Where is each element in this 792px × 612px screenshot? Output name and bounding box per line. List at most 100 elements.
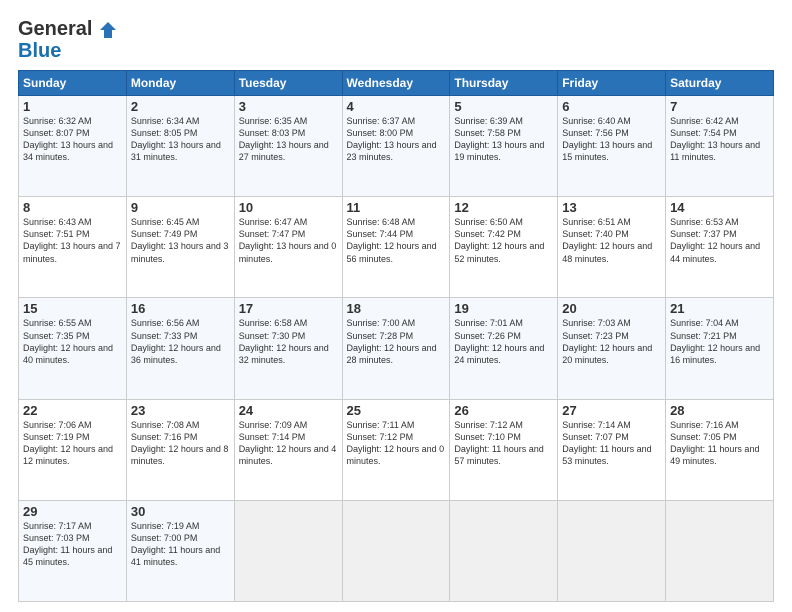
calendar-cell: 12 Sunrise: 6:50 AMSunset: 7:42 PMDayligh… <box>450 197 558 298</box>
day-info: Sunrise: 6:39 AMSunset: 7:58 PMDaylight:… <box>454 116 544 162</box>
day-info: Sunrise: 7:09 AMSunset: 7:14 PMDaylight:… <box>239 420 337 466</box>
day-info: Sunrise: 6:37 AMSunset: 8:00 PMDaylight:… <box>347 116 437 162</box>
logo: General Blue <box>18 18 117 62</box>
day-number: 2 <box>131 99 230 114</box>
day-number: 1 <box>23 99 122 114</box>
calendar-cell <box>342 500 450 601</box>
calendar-cell: 3 Sunrise: 6:35 AMSunset: 8:03 PMDaylight… <box>234 96 342 197</box>
calendar-cell: 23 Sunrise: 7:08 AMSunset: 7:16 PMDayligh… <box>126 399 234 500</box>
day-info: Sunrise: 6:35 AMSunset: 8:03 PMDaylight:… <box>239 116 329 162</box>
day-number: 20 <box>562 301 661 316</box>
col-header-friday: Friday <box>558 71 666 96</box>
day-number: 7 <box>670 99 769 114</box>
calendar-cell: 9 Sunrise: 6:45 AMSunset: 7:49 PMDaylight… <box>126 197 234 298</box>
day-number: 5 <box>454 99 553 114</box>
calendar-cell <box>558 500 666 601</box>
day-number: 12 <box>454 200 553 215</box>
logo-icon <box>99 21 117 39</box>
day-info: Sunrise: 6:45 AMSunset: 7:49 PMDaylight:… <box>131 217 229 263</box>
calendar-header-row: SundayMondayTuesdayWednesdayThursdayFrid… <box>19 71 774 96</box>
day-number: 9 <box>131 200 230 215</box>
day-info: Sunrise: 7:19 AMSunset: 7:00 PMDaylight:… <box>131 521 220 567</box>
calendar-cell: 22 Sunrise: 7:06 AMSunset: 7:19 PMDayligh… <box>19 399 127 500</box>
day-info: Sunrise: 6:47 AMSunset: 7:47 PMDaylight:… <box>239 217 337 263</box>
calendar-week-2: 8Sunrise: 6:43 AMSunset: 7:51 PMDaylight… <box>19 197 774 298</box>
day-number: 4 <box>347 99 446 114</box>
day-info: Sunrise: 6:55 AMSunset: 7:35 PMDaylight:… <box>23 318 113 364</box>
day-number: 16 <box>131 301 230 316</box>
calendar-cell <box>666 500 774 601</box>
day-number: 6 <box>562 99 661 114</box>
day-info: Sunrise: 7:08 AMSunset: 7:16 PMDaylight:… <box>131 420 229 466</box>
calendar-cell: 5 Sunrise: 6:39 AMSunset: 7:58 PMDaylight… <box>450 96 558 197</box>
day-number: 19 <box>454 301 553 316</box>
calendar-week-1: 1 Sunrise: 6:32 AMSunset: 8:07 PMDaylight… <box>19 96 774 197</box>
calendar-cell: 10 Sunrise: 6:47 AMSunset: 7:47 PMDayligh… <box>234 197 342 298</box>
day-number: 21 <box>670 301 769 316</box>
col-header-tuesday: Tuesday <box>234 71 342 96</box>
logo-general: General <box>18 18 117 40</box>
day-number: 23 <box>131 403 230 418</box>
day-info: Sunrise: 6:32 AMSunset: 8:07 PMDaylight:… <box>23 116 113 162</box>
calendar-cell: 27 Sunrise: 7:14 AMSunset: 7:07 PMDayligh… <box>558 399 666 500</box>
calendar-cell: 26Sunrise: 7:12 AMSunset: 7:10 PMDayligh… <box>450 399 558 500</box>
calendar-cell: 11 Sunrise: 6:48 AMSunset: 7:44 PMDayligh… <box>342 197 450 298</box>
day-info: Sunrise: 6:50 AMSunset: 7:42 PMDaylight:… <box>454 217 544 263</box>
calendar-cell: 20Sunrise: 7:03 AMSunset: 7:23 PMDayligh… <box>558 298 666 399</box>
calendar-cell: 16 Sunrise: 6:56 AMSunset: 7:33 PMDayligh… <box>126 298 234 399</box>
day-info: Sunrise: 6:48 AMSunset: 7:44 PMDaylight:… <box>347 217 437 263</box>
calendar-week-3: 15 Sunrise: 6:55 AMSunset: 7:35 PMDayligh… <box>19 298 774 399</box>
day-number: 22 <box>23 403 122 418</box>
day-number: 30 <box>131 504 230 519</box>
calendar-cell: 18Sunrise: 7:00 AMSunset: 7:28 PMDayligh… <box>342 298 450 399</box>
calendar-week-5: 29Sunrise: 7:17 AMSunset: 7:03 PMDayligh… <box>19 500 774 601</box>
calendar-cell: 15 Sunrise: 6:55 AMSunset: 7:35 PMDayligh… <box>19 298 127 399</box>
day-info: Sunrise: 7:16 AMSunset: 7:05 PMDaylight:… <box>670 420 759 466</box>
day-info: Sunrise: 7:12 AMSunset: 7:10 PMDaylight:… <box>454 420 543 466</box>
day-info: Sunrise: 7:06 AMSunset: 7:19 PMDaylight:… <box>23 420 113 466</box>
day-info: Sunrise: 7:11 AMSunset: 7:12 PMDaylight:… <box>347 420 445 466</box>
day-info: Sunrise: 7:14 AMSunset: 7:07 PMDaylight:… <box>562 420 651 466</box>
col-header-sunday: Sunday <box>19 71 127 96</box>
calendar-cell: 14 Sunrise: 6:53 AMSunset: 7:37 PMDayligh… <box>666 197 774 298</box>
day-number: 14 <box>670 200 769 215</box>
day-info: Sunrise: 6:56 AMSunset: 7:33 PMDaylight:… <box>131 318 221 364</box>
day-number: 13 <box>562 200 661 215</box>
day-info: Sunrise: 6:51 AMSunset: 7:40 PMDaylight:… <box>562 217 652 263</box>
day-info: Sunrise: 7:00 AMSunset: 7:28 PMDaylight:… <box>347 318 437 364</box>
calendar-cell: 21 Sunrise: 7:04 AMSunset: 7:21 PMDayligh… <box>666 298 774 399</box>
calendar-cell: 29Sunrise: 7:17 AMSunset: 7:03 PMDayligh… <box>19 500 127 601</box>
calendar-week-4: 22 Sunrise: 7:06 AMSunset: 7:19 PMDayligh… <box>19 399 774 500</box>
calendar-cell: 28 Sunrise: 7:16 AMSunset: 7:05 PMDayligh… <box>666 399 774 500</box>
calendar-cell: 13 Sunrise: 6:51 AMSunset: 7:40 PMDayligh… <box>558 197 666 298</box>
day-number: 10 <box>239 200 338 215</box>
calendar: SundayMondayTuesdayWednesdayThursdayFrid… <box>18 70 774 602</box>
day-info: Sunrise: 7:01 AMSunset: 7:26 PMDaylight:… <box>454 318 544 364</box>
day-number: 11 <box>347 200 446 215</box>
day-number: 3 <box>239 99 338 114</box>
day-number: 17 <box>239 301 338 316</box>
page: General Blue SundayMondayTuesdayWednesda… <box>0 0 792 612</box>
header: General Blue <box>18 18 774 62</box>
calendar-cell: 8Sunrise: 6:43 AMSunset: 7:51 PMDaylight… <box>19 197 127 298</box>
calendar-cell <box>450 500 558 601</box>
col-header-saturday: Saturday <box>666 71 774 96</box>
day-number: 28 <box>670 403 769 418</box>
logo-blue-text: Blue <box>18 40 61 62</box>
calendar-cell: 1 Sunrise: 6:32 AMSunset: 8:07 PMDaylight… <box>19 96 127 197</box>
col-header-monday: Monday <box>126 71 234 96</box>
calendar-cell: 4 Sunrise: 6:37 AMSunset: 8:00 PMDaylight… <box>342 96 450 197</box>
calendar-cell: 17 Sunrise: 6:58 AMSunset: 7:30 PMDayligh… <box>234 298 342 399</box>
calendar-cell: 7Sunrise: 6:42 AMSunset: 7:54 PMDaylight… <box>666 96 774 197</box>
logo-general-text: General <box>18 18 92 40</box>
col-header-thursday: Thursday <box>450 71 558 96</box>
calendar-cell: 25Sunrise: 7:11 AMSunset: 7:12 PMDayligh… <box>342 399 450 500</box>
day-info: Sunrise: 6:58 AMSunset: 7:30 PMDaylight:… <box>239 318 329 364</box>
calendar-cell: 24Sunrise: 7:09 AMSunset: 7:14 PMDayligh… <box>234 399 342 500</box>
day-number: 27 <box>562 403 661 418</box>
day-info: Sunrise: 6:53 AMSunset: 7:37 PMDaylight:… <box>670 217 760 263</box>
col-header-wednesday: Wednesday <box>342 71 450 96</box>
day-number: 15 <box>23 301 122 316</box>
day-info: Sunrise: 7:04 AMSunset: 7:21 PMDaylight:… <box>670 318 760 364</box>
day-info: Sunrise: 7:17 AMSunset: 7:03 PMDaylight:… <box>23 521 112 567</box>
